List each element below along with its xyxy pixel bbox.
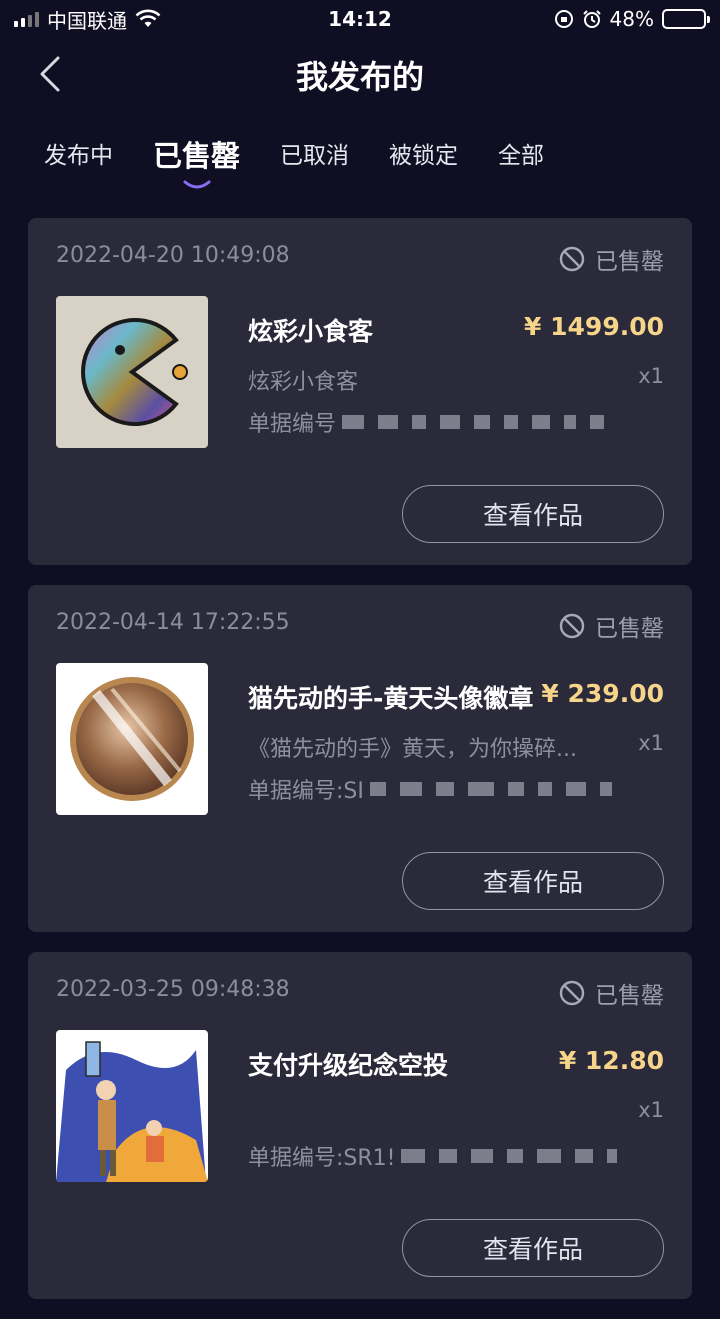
- back-button[interactable]: [30, 52, 70, 96]
- view-artwork-button[interactable]: 查看作品: [402, 485, 664, 543]
- chevron-left-icon: [40, 56, 60, 92]
- tab-label: 已取消: [280, 143, 350, 169]
- badge-artwork-image: [56, 663, 208, 815]
- product-subtitle: 炫彩小食客: [248, 370, 359, 395]
- status-badge: 已售罄: [559, 242, 664, 276]
- order-number-label: 单据编号:SR1!: [248, 1146, 396, 1171]
- price: ¥ 1499.00: [524, 312, 664, 341]
- battery-icon: [662, 9, 710, 29]
- order-card[interactable]: 2022-03-25 09:48:38 已售罄 支付升级纪念空投 ¥ 12.80…: [28, 952, 692, 1299]
- tab-cancelled[interactable]: 已取消: [280, 130, 349, 184]
- product-name: 支付升级纪念空投: [248, 1051, 449, 1080]
- order-time: 2022-03-25 09:48:38: [56, 977, 290, 1002]
- quantity: x1: [638, 731, 664, 755]
- wifi-icon: [135, 9, 161, 27]
- order-card[interactable]: 2022-04-20 10:49:08 已售罄 炫彩小食客 ¥ 1499.00 …: [28, 218, 692, 565]
- redacted-order-number: [369, 782, 612, 796]
- product-subtitle: 《猫先动的手》黄天，为你操碎...: [248, 737, 577, 762]
- tab-label: 发布中: [44, 143, 113, 169]
- order-number-label: 单据编号:SI: [248, 779, 364, 804]
- status-tabs: 发布中 已售罄 已取消 被锁定 全部: [44, 130, 584, 190]
- carrier-label: 中国联通: [47, 8, 127, 33]
- view-artwork-button[interactable]: 查看作品: [402, 852, 664, 910]
- order-number: 单据编号:SI: [248, 773, 612, 805]
- status-bar: 中国联通 14:12 48%: [0, 0, 720, 38]
- prohibited-icon: [559, 613, 585, 639]
- view-artwork-button[interactable]: 查看作品: [402, 1219, 664, 1277]
- tab-label: 已售罄: [153, 139, 241, 173]
- tab-label: 被锁定: [389, 143, 459, 169]
- order-list: 2022-04-20 10:49:08 已售罄 炫彩小食客 ¥ 1499.00 …: [28, 218, 692, 1319]
- pacman-artwork-image: [56, 296, 208, 448]
- redacted-order-number: [342, 415, 605, 429]
- product-image[interactable]: [56, 296, 208, 448]
- quantity: x1: [638, 364, 664, 388]
- tab-sold-out[interactable]: 已售罄: [153, 130, 241, 189]
- tab-all[interactable]: 全部: [498, 130, 544, 184]
- tab-label: 全部: [498, 143, 545, 169]
- status-badge: 已售罄: [559, 976, 664, 1010]
- product-name: 炫彩小食客: [248, 317, 374, 346]
- order-number: 单据编号:SR1!: [248, 1140, 618, 1172]
- status-badge: 已售罄: [559, 609, 664, 643]
- status-right: 48%: [554, 7, 710, 31]
- tab-locked[interactable]: 被锁定: [389, 130, 458, 184]
- price: ¥ 12.80: [558, 1046, 664, 1075]
- tab-publishing[interactable]: 发布中: [44, 130, 113, 184]
- illustration-artwork-image: [56, 1030, 208, 1182]
- rotation-lock-icon: [554, 10, 573, 28]
- status-label: 已售罄: [595, 983, 664, 1009]
- quantity: x1: [638, 1098, 664, 1122]
- page-title: 我发布的: [295, 58, 424, 96]
- nav-bar: 我发布的: [0, 38, 720, 108]
- prohibited-icon: [559, 246, 585, 272]
- signal-icon: [14, 11, 39, 27]
- order-time: 2022-04-20 10:49:08: [56, 243, 290, 268]
- order-time: 2022-04-14 17:22:55: [56, 610, 290, 635]
- prohibited-icon: [559, 980, 585, 1006]
- price: ¥ 239.00: [541, 679, 664, 708]
- order-number-label: 单据编号: [248, 412, 337, 437]
- product-name: 猫先动的手-黄天头像徽章: [248, 684, 534, 713]
- status-label: 已售罄: [595, 616, 664, 642]
- status-left: 中国联通: [14, 5, 161, 34]
- alarm-icon: [582, 10, 601, 28]
- order-card[interactable]: 2022-04-14 17:22:55 已售罄 猫先动的手-黄天头像徽章 ¥ 2…: [28, 585, 692, 932]
- tab-indicator: [183, 180, 210, 189]
- order-number: 单据编号: [248, 406, 605, 438]
- product-image[interactable]: [56, 663, 208, 815]
- redacted-order-number: [401, 1149, 618, 1163]
- battery-percent: 48%: [609, 7, 654, 31]
- status-label: 已售罄: [595, 249, 664, 275]
- product-image[interactable]: [56, 1030, 208, 1182]
